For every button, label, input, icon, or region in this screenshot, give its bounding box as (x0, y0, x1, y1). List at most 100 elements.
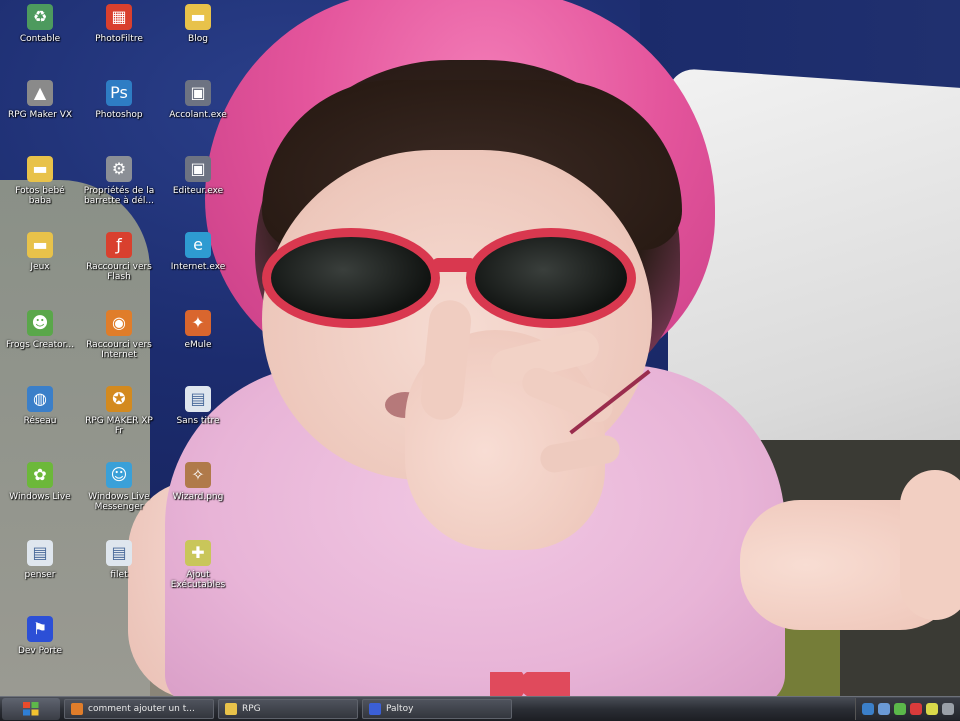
taskbar-task-label: comment ajouter un t... (88, 704, 195, 714)
folder-icon: ▬ (185, 4, 211, 30)
rpg-maker-xp-icon: ✪ (106, 386, 132, 412)
desktop-icon-label: Jeux (30, 262, 50, 272)
exe-icon: ▣ (185, 156, 211, 182)
antivirus-tray-icon[interactable] (910, 703, 922, 715)
desktop-icon-label: Fotos bebé baba (15, 186, 65, 206)
folder-icon (225, 703, 237, 715)
desktop-icon-label: PhotoFiltre (95, 34, 143, 44)
windows-logo-icon (23, 702, 39, 716)
desktop-icon-document[interactable]: ▤ Sans titre (159, 386, 237, 426)
photoshop-icon: Ps (106, 80, 132, 106)
desktop-icon-internet[interactable]: e Internet.exe (159, 232, 237, 272)
windows-live-icon: ✿ (27, 462, 53, 488)
wallpaper-right-hand (900, 470, 960, 620)
desktop-icon-label: Internet.exe (170, 262, 226, 272)
wizard-icon: ✧ (185, 462, 211, 488)
folder-icon: ▬ (27, 156, 53, 182)
firefox-icon (71, 703, 83, 715)
desktop-icon-label: Editeur.exe (172, 186, 224, 196)
desktop-icon-label: Raccourci vers Flash (86, 262, 152, 282)
desktop-icon-label: Photoshop (95, 110, 143, 120)
recycle-bin-icon: ♻ (27, 4, 53, 30)
taskbar-task-button[interactable]: comment ajouter un t... (64, 699, 214, 719)
desktop-icon-windows-live[interactable]: ✿ Windows Live (1, 462, 79, 502)
wallpaper-sunglasses-right-lens (466, 228, 636, 328)
desktop-icon-label: Windows Live (9, 492, 71, 502)
desktop-icon-label: RPG Maker VX (7, 110, 73, 120)
desktop-icon-flash[interactable]: ƒ Raccourci vers Flash (80, 232, 158, 282)
desktop-icon-devporte[interactable]: ⚑ Dev Porte (1, 616, 79, 656)
desktop-icon-photofiltre[interactable]: ▦ PhotoFiltre (80, 4, 158, 44)
app-icon (369, 703, 381, 715)
desktop-icon-properties[interactable]: ⚙ Propriétés de la barrette à dél... (80, 156, 158, 206)
messenger-icon: ☺ (106, 462, 132, 488)
taskbar-task-list: comment ajouter un t... RPG Paltoy (60, 699, 512, 719)
desktop-icon-rpg-maker-vx[interactable]: ▲ RPG Maker VX (1, 80, 79, 120)
rpg-maker-vx-icon: ▲ (27, 80, 53, 106)
document-icon: ▤ (27, 540, 53, 566)
desktop-icon-label: Réseau (23, 416, 57, 426)
desktop-icon-frog[interactable]: ☻ Frogs Creator... (1, 310, 79, 350)
desktop-icon-exe[interactable]: ▣ Editeur.exe (159, 156, 237, 196)
update-tray-icon[interactable] (926, 703, 938, 715)
desktop-icon-label: RPG MAKER XP Fr (85, 416, 153, 436)
desktop-icon-recycle-bin[interactable]: ♻ Contable (1, 4, 79, 44)
desktop-icon-emule[interactable]: ✦ eMule (159, 310, 237, 350)
desktop-icon-label: Dev Porte (17, 646, 63, 656)
taskbar-task-label: Paltoy (386, 704, 414, 714)
internet-icon: e (185, 232, 211, 258)
messenger-tray-icon[interactable] (894, 703, 906, 715)
desktop-icon-folder[interactable]: ▬ Blog (159, 4, 237, 44)
exe-icon: ▣ (185, 80, 211, 106)
desktop-icon-label: Sans titre (176, 416, 220, 426)
desktop-icon-wizard[interactable]: ✧ Wizard.png (159, 462, 237, 502)
desktop-icon-label: Raccourci vers Internet (86, 340, 152, 360)
desktop-icon-label: Windows Live Messenger (88, 492, 150, 512)
photofiltre-icon: ▦ (106, 4, 132, 30)
system-tray (855, 698, 960, 720)
desktop-icon-label: Propriétés de la barrette à dél... (83, 186, 155, 206)
devporte-icon: ⚑ (27, 616, 53, 642)
desktop-icon-network[interactable]: ◍ Réseau (1, 386, 79, 426)
desktop-icon-folder[interactable]: ▬ Fotos bebé baba (1, 156, 79, 206)
desktop-icon-folder[interactable]: ▬ Jeux (1, 232, 79, 272)
start-button[interactable] (2, 698, 60, 720)
desktop-icon-document[interactable]: ▤ penser (1, 540, 79, 580)
taskbar-task-button[interactable]: RPG (218, 699, 358, 719)
desktop-icon-messenger[interactable]: ☺ Windows Live Messenger (80, 462, 158, 512)
desktop-icon-label: Wizard.png (172, 492, 224, 502)
desktop-icon-label: Blog (188, 34, 208, 44)
volume-tray-icon[interactable] (878, 703, 890, 715)
desktop-icon-exe[interactable]: ▣ Accolant.exe (159, 80, 237, 120)
power-tray-icon[interactable] (942, 703, 954, 715)
desktop-icon-label: Contable (19, 34, 61, 44)
network-icon: ◍ (27, 386, 53, 412)
emule-icon: ✦ (185, 310, 211, 336)
wallpaper-sunglasses-left-lens (262, 228, 440, 328)
document-icon: ▤ (185, 386, 211, 412)
desktop-icon-label: Frogs Creator... (5, 340, 75, 350)
desktop-icon-label: penser (24, 570, 56, 580)
desktop-icon-label: filet (110, 570, 128, 580)
firefox-icon: ◉ (106, 310, 132, 336)
desktop-icon-label: Ajout Exécutables (170, 570, 226, 590)
desktop-icon-photoshop[interactable]: Ps Photoshop (80, 80, 158, 120)
desktop-icon-label: eMule (184, 340, 212, 350)
desktop-icon-firefox[interactable]: ◉ Raccourci vers Internet (80, 310, 158, 360)
wallpaper-sunglasses-bridge (432, 258, 476, 272)
properties-icon: ⚙ (106, 156, 132, 182)
desktop-icon-document[interactable]: ▤ filet (80, 540, 158, 580)
taskbar-task-label: RPG (242, 704, 261, 714)
network-tray-icon[interactable] (862, 703, 874, 715)
flash-icon: ƒ (106, 232, 132, 258)
folder-icon: ▬ (27, 232, 53, 258)
desktop-icon-setup[interactable]: ✚ Ajout Exécutables (159, 540, 237, 590)
wallpaper-dress-flower (490, 672, 570, 696)
desktop-icon-label: Accolant.exe (169, 110, 227, 120)
document-icon: ▤ (106, 540, 132, 566)
setup-icon: ✚ (185, 540, 211, 566)
taskbar-task-button[interactable]: Paltoy (362, 699, 512, 719)
taskbar: comment ajouter un t... RPG Paltoy (0, 696, 960, 721)
frog-icon: ☻ (27, 310, 53, 336)
desktop-icon-rpg-maker-xp[interactable]: ✪ RPG MAKER XP Fr (80, 386, 158, 436)
